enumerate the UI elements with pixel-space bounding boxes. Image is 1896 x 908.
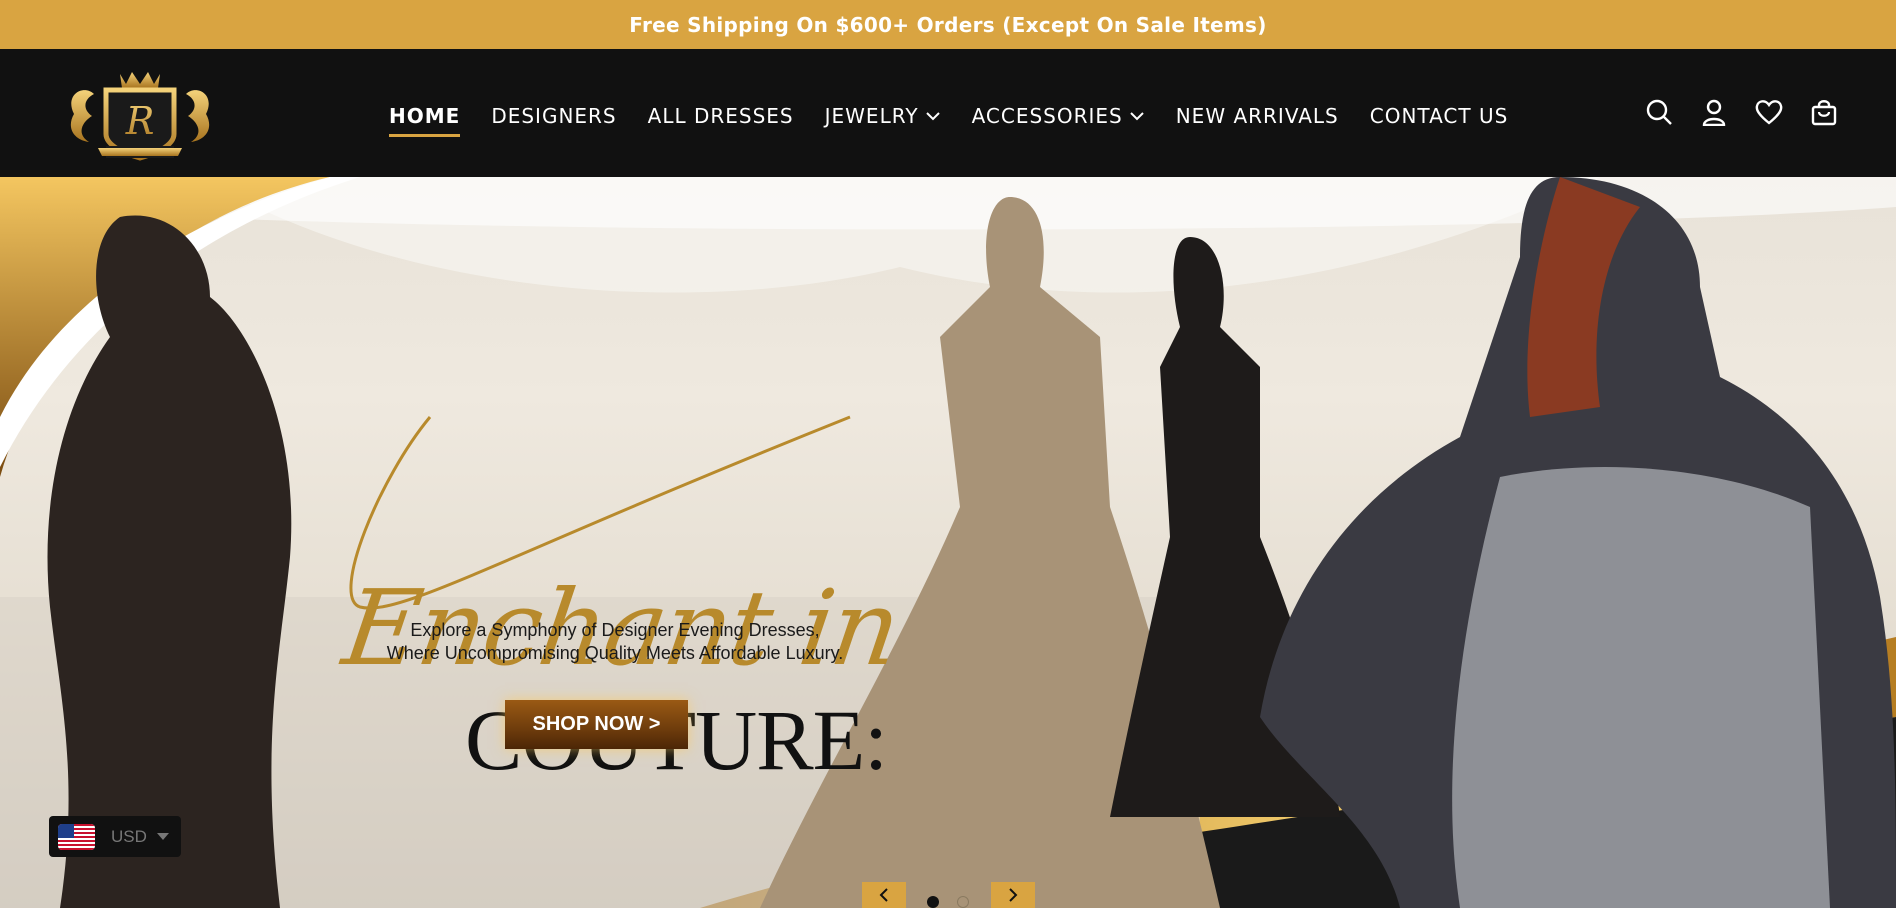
- hero-background-image: [0, 177, 1896, 908]
- hero-subtitle-line: Explore a Symphony of Designer Evening D…: [410, 620, 820, 640]
- account-icon[interactable]: [1699, 97, 1729, 127]
- cart-icon[interactable]: [1809, 97, 1839, 127]
- nav-item-label: CONTACT US: [1369, 104, 1509, 128]
- header-actions: [1644, 97, 1864, 127]
- chevron-down-icon: [1129, 111, 1145, 121]
- nav-item-label: JEWELRY: [824, 104, 919, 128]
- slider-next-button[interactable]: [991, 882, 1035, 908]
- nav-item-label: NEW ARRIVALS: [1175, 104, 1339, 128]
- currency-selector[interactable]: USD: [49, 816, 181, 857]
- caret-down-icon: [156, 833, 169, 840]
- nav-item-label: HOME: [389, 104, 461, 128]
- us-flag-icon: [58, 823, 95, 850]
- currency-code: USD: [111, 826, 147, 846]
- nav-item-contact-us[interactable]: CONTACT US: [1370, 101, 1509, 131]
- nav-item-label: ACCESSORIES: [971, 104, 1123, 128]
- chevron-left-icon: [879, 888, 888, 902]
- chevron-down-icon: [925, 111, 941, 121]
- nav-item-accessories[interactable]: ACCESSORIES: [972, 101, 1145, 131]
- slider-prev-button[interactable]: [862, 882, 906, 908]
- svg-text:R: R: [125, 99, 155, 143]
- nav-item-label: ALL DRESSES: [647, 104, 794, 128]
- shop-now-button[interactable]: SHOP NOW >: [505, 700, 688, 749]
- site-header: R HOME DESIGNERS ALL DRESSES JEWELRY ACC…: [0, 49, 1896, 177]
- nav-item-designers[interactable]: DESIGNERS: [491, 101, 616, 131]
- chevron-right-icon: [1009, 888, 1018, 902]
- nav-item-home[interactable]: HOME: [389, 101, 461, 137]
- nav-item-new-arrivals[interactable]: NEW ARRIVALS: [1176, 101, 1339, 131]
- nav-item-jewelry[interactable]: JEWELRY: [825, 101, 941, 131]
- hero-subtitle: Explore a Symphony of Designer Evening D…: [330, 619, 900, 665]
- slider-dot[interactable]: [957, 896, 969, 908]
- main-nav: HOME DESIGNERS ALL DRESSES JEWELRY ACCES…: [389, 101, 1539, 137]
- wishlist-icon[interactable]: [1754, 97, 1784, 127]
- slider-dot-active[interactable]: [927, 896, 939, 908]
- hero-subtitle-line: Where Uncompromising Quality Meets Affor…: [386, 643, 844, 663]
- announcement-bar: Free Shipping On $600+ Orders (Except On…: [0, 0, 1896, 49]
- nav-item-all-dresses[interactable]: ALL DRESSES: [648, 101, 794, 131]
- announcement-text: Free Shipping On $600+ Orders (Except On…: [629, 12, 1267, 37]
- search-icon[interactable]: [1644, 97, 1674, 127]
- nav-item-label: DESIGNERS: [491, 104, 617, 128]
- site-logo[interactable]: R: [54, 64, 226, 162]
- hero-banner: Enchant in COUTURE: Explore a Symphony o…: [0, 177, 1896, 908]
